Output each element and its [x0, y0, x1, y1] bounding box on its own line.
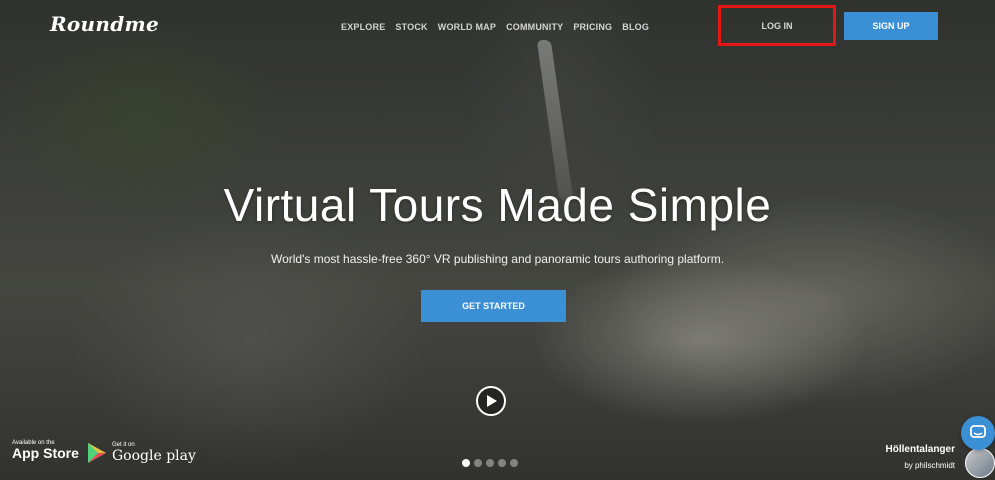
- carousel-dots: [462, 459, 518, 467]
- nav-blog[interactable]: BLOG: [622, 22, 649, 32]
- carousel-dot[interactable]: [474, 459, 482, 467]
- play-button[interactable]: [476, 386, 506, 416]
- nav-stock[interactable]: STOCK: [395, 22, 427, 32]
- avatar[interactable]: [965, 448, 995, 478]
- carousel-dot[interactable]: [462, 459, 470, 467]
- play-icon: [487, 395, 497, 407]
- carousel-dot[interactable]: [510, 459, 518, 467]
- main-nav: EXPLORE STOCK WORLD MAP COMMUNITY PRICIN…: [341, 22, 649, 32]
- nav-community[interactable]: COMMUNITY: [506, 22, 563, 32]
- get-started-button[interactable]: GET STARTED: [421, 290, 566, 322]
- hero-subline: World's most hassle-free 360° VR publish…: [270, 252, 725, 266]
- appstore-big-text: App Store: [12, 445, 79, 461]
- login-button[interactable]: LOG IN: [718, 5, 836, 46]
- chat-icon: [970, 425, 986, 438]
- chat-button[interactable]: [961, 416, 995, 450]
- google-big-text: Google play: [112, 448, 196, 464]
- google-play-icon: [88, 443, 106, 463]
- nav-explore[interactable]: EXPLORE: [341, 22, 385, 32]
- carousel-dot[interactable]: [486, 459, 494, 467]
- app-store-badge[interactable]: Available on the App Store: [12, 440, 79, 462]
- hero-headline: Virtual Tours Made Simple: [223, 179, 772, 231]
- credit-author: by philschmidt: [904, 461, 955, 470]
- roundme-logo[interactable]: Roundme: [50, 12, 159, 36]
- google-play-badge[interactable]: Get it on Google play: [88, 442, 196, 464]
- carousel-dot[interactable]: [498, 459, 506, 467]
- credit-place: Höllentalanger: [885, 444, 955, 455]
- nav-pricing[interactable]: PRICING: [573, 22, 612, 32]
- nav-world-map[interactable]: WORLD MAP: [438, 22, 496, 32]
- login-label: LOG IN: [761, 20, 793, 31]
- signup-button[interactable]: SIGN UP: [844, 12, 938, 40]
- photo-credit[interactable]: Höllentalanger by philschmidt: [886, 444, 955, 473]
